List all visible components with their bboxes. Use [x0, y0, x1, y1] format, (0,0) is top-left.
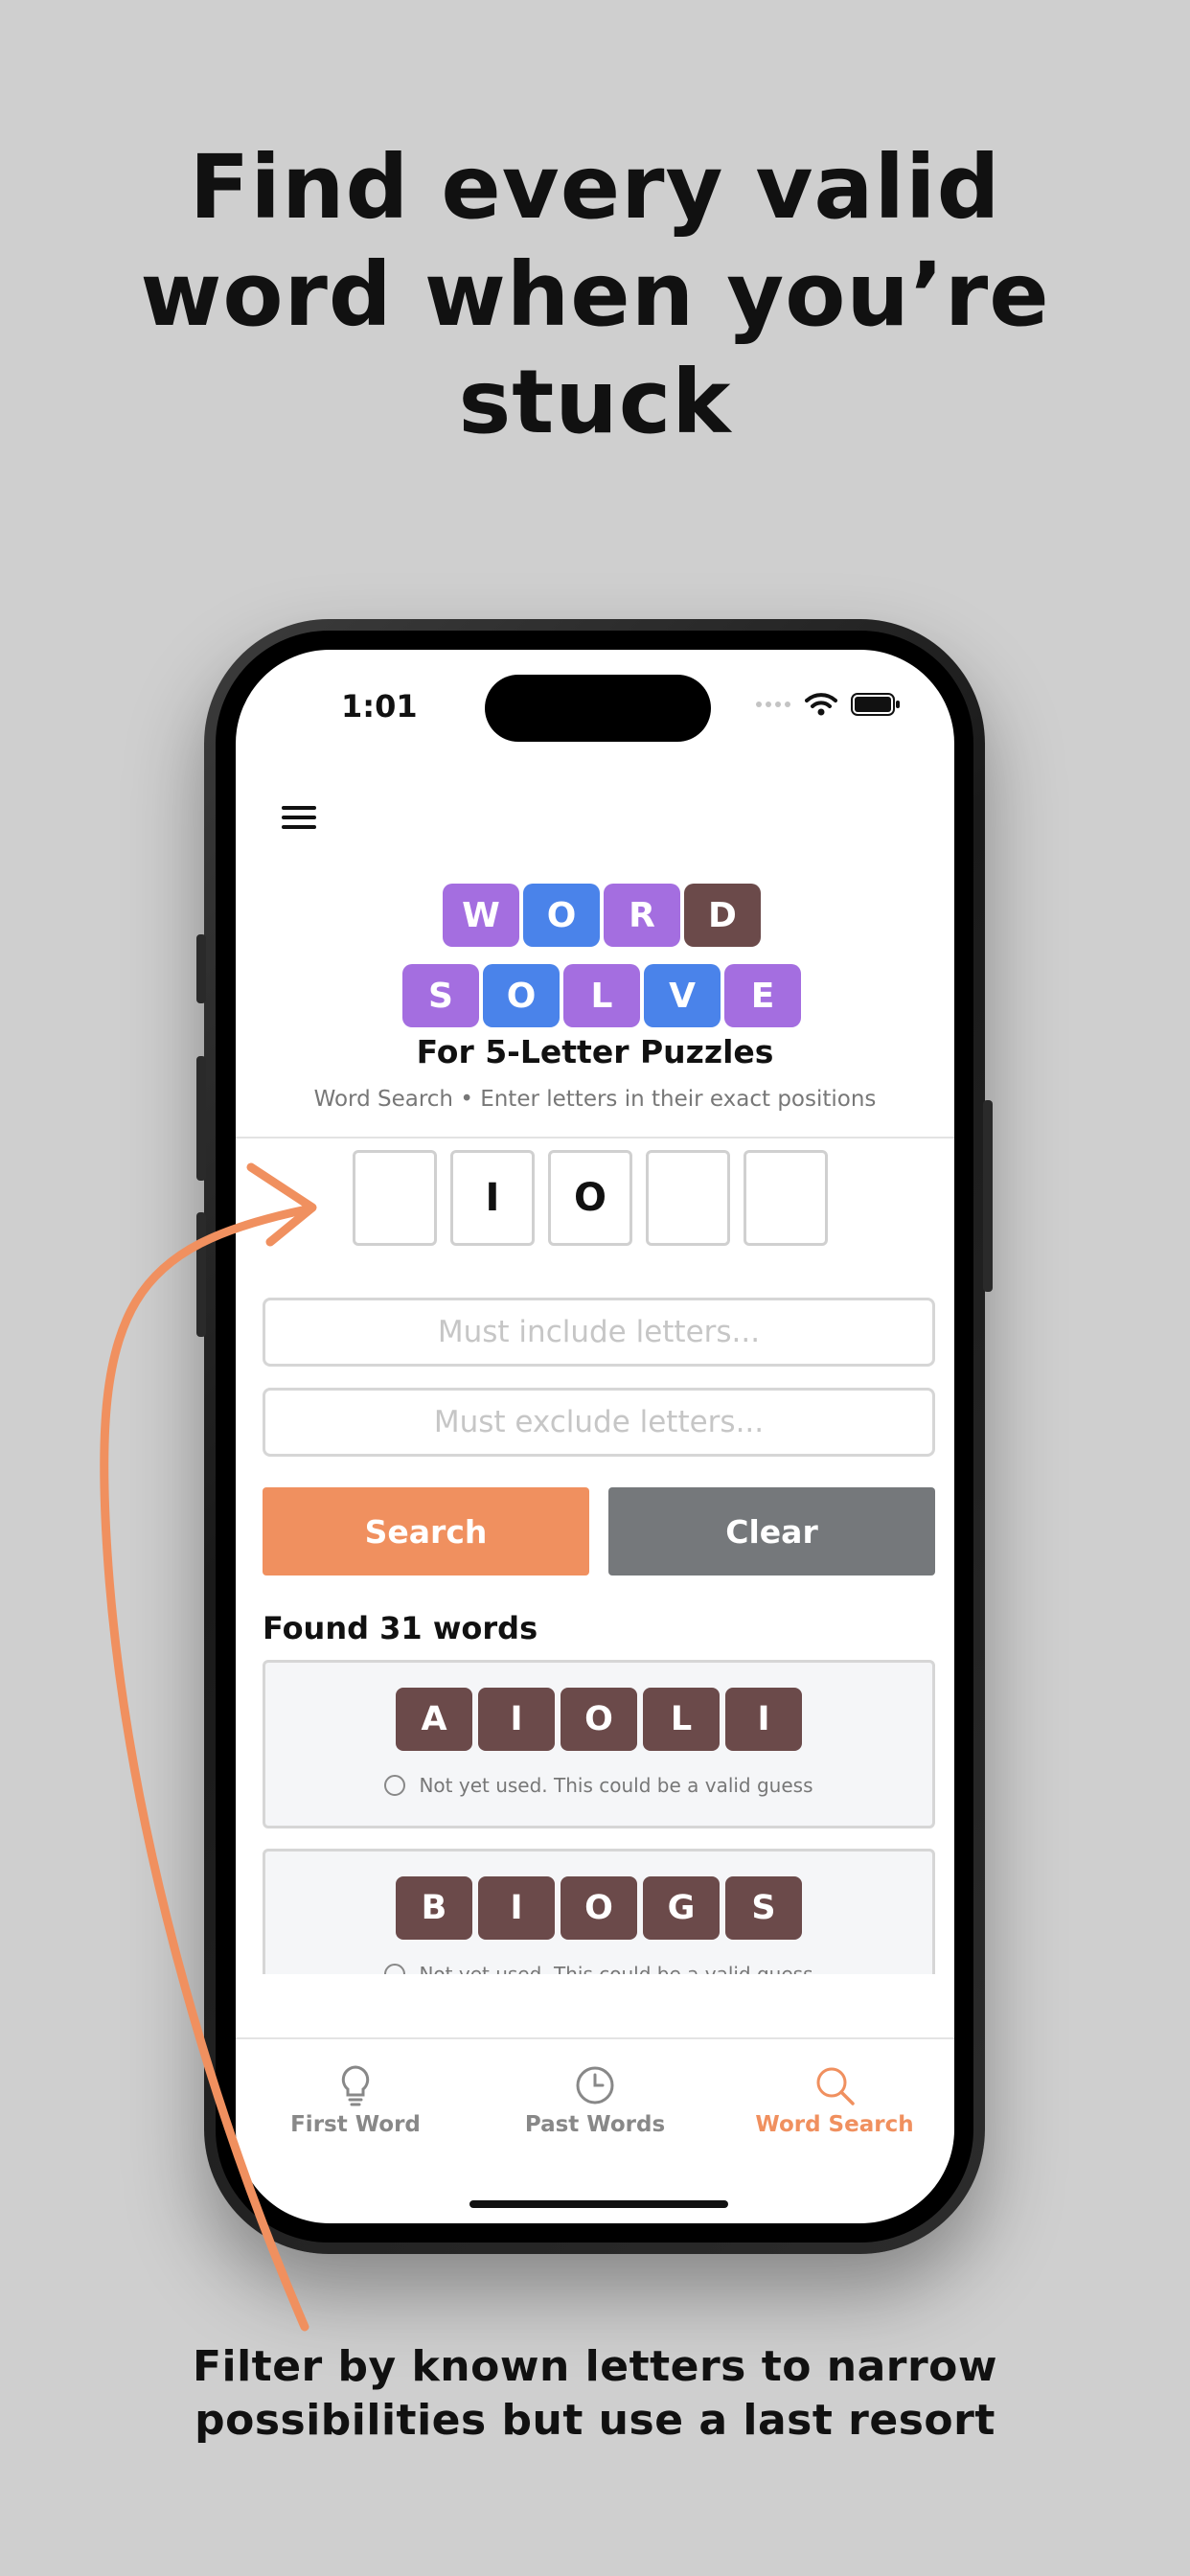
- caption-line-2: possibilities but use a last resort: [195, 2396, 995, 2445]
- caption-line-1: Filter by known letters to narrow: [192, 2342, 998, 2391]
- caption: Filter by known letters to narrow possib…: [0, 2340, 1190, 2448]
- annotation-arrow: [100, 1162, 317, 2332]
